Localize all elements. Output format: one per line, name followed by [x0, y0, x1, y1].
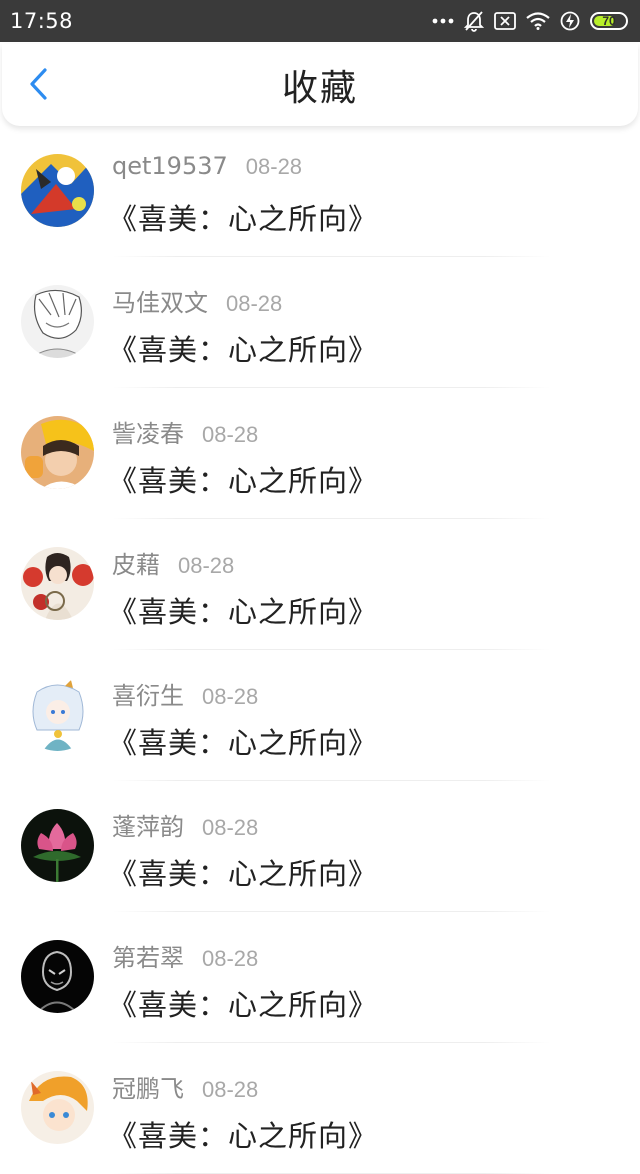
- user-name[interactable]: qet19537: [112, 152, 228, 180]
- item-title[interactable]: 《喜美：心之所向》: [108, 589, 378, 631]
- user-name[interactable]: 第若翠: [112, 938, 184, 973]
- item-title[interactable]: 《喜美：心之所向》: [108, 327, 378, 369]
- app-header: 收藏: [2, 44, 638, 126]
- item-date: 08-28: [202, 946, 259, 971]
- item-date: 08-28: [245, 154, 303, 179]
- list-item[interactable]: 冠鹏飞 08-28 《喜美：心之所向》: [0, 1043, 640, 1174]
- list-item[interactable]: qet19537 08-28 《喜美：心之所向》: [0, 126, 640, 257]
- charging-icon: [560, 11, 580, 31]
- item-meta: 喜衍生 08-28: [112, 676, 258, 711]
- avatar[interactable]: [21, 547, 94, 620]
- avatar[interactable]: [21, 154, 94, 227]
- status-icons: 70: [432, 10, 628, 32]
- avatar[interactable]: [21, 285, 94, 358]
- item-title[interactable]: 《喜美：心之所向》: [108, 720, 378, 762]
- favorites-list: qet19537 08-28 《喜美：心之所向》 马佳双文 08-28 《喜美：…: [0, 126, 640, 1174]
- item-meta: 冠鹏飞 08-28: [112, 1069, 258, 1104]
- item-date: 08-28: [202, 684, 259, 709]
- item-date: 08-28: [202, 815, 259, 840]
- item-title[interactable]: 《喜美：心之所向》: [108, 851, 378, 893]
- item-title[interactable]: 《喜美：心之所向》: [108, 1113, 378, 1155]
- item-meta: qet19537 08-28: [112, 152, 302, 180]
- user-name[interactable]: 马佳双文: [112, 283, 208, 318]
- list-item[interactable]: 马佳双文 08-28 《喜美：心之所向》: [0, 257, 640, 388]
- user-name[interactable]: 皮藉: [112, 545, 160, 580]
- list-item[interactable]: 蓬萍韵 08-28 《喜美：心之所向》: [0, 781, 640, 912]
- avatar[interactable]: [21, 416, 94, 489]
- item-meta: 皮藉 08-28: [112, 545, 234, 580]
- sim-error-icon: [494, 12, 516, 30]
- chevron-left-icon: [27, 67, 49, 105]
- page-title: 收藏: [281, 68, 358, 109]
- item-date: 08-28: [202, 422, 259, 447]
- avatar[interactable]: [21, 678, 94, 751]
- back-button[interactable]: [18, 66, 58, 106]
- item-meta: 訾凌春 08-28: [112, 414, 258, 449]
- more-dots-icon: [432, 17, 454, 25]
- battery-text: 70: [602, 14, 616, 28]
- list-item[interactable]: 第若翠 08-28 《喜美：心之所向》: [0, 912, 640, 1043]
- item-meta: 蓬萍韵 08-28: [112, 807, 258, 842]
- user-name[interactable]: 冠鹏飞: [112, 1069, 184, 1104]
- avatar[interactable]: [21, 809, 94, 882]
- item-title[interactable]: 《喜美：心之所向》: [108, 458, 378, 500]
- item-date: 08-28: [202, 1077, 259, 1102]
- status-bar: 17:58 70: [0, 0, 640, 42]
- mute-bell-icon: [464, 10, 484, 32]
- item-meta: 马佳双文 08-28: [112, 283, 282, 318]
- status-time: 17:58: [10, 9, 74, 33]
- list-item[interactable]: 皮藉 08-28 《喜美：心之所向》: [0, 519, 640, 650]
- user-name[interactable]: 蓬萍韵: [112, 807, 184, 842]
- battery-icon: 70: [590, 12, 628, 30]
- item-title[interactable]: 《喜美：心之所向》: [108, 982, 378, 1024]
- list-item[interactable]: 喜衍生 08-28 《喜美：心之所向》: [0, 650, 640, 781]
- user-name[interactable]: 訾凌春: [112, 414, 184, 449]
- avatar[interactable]: [21, 940, 94, 1013]
- item-title[interactable]: 《喜美：心之所向》: [108, 196, 378, 238]
- user-name[interactable]: 喜衍生: [112, 676, 184, 711]
- avatar[interactable]: [21, 1071, 94, 1144]
- list-item[interactable]: 訾凌春 08-28 《喜美：心之所向》: [0, 388, 640, 519]
- wifi-icon: [526, 12, 550, 30]
- item-meta: 第若翠 08-28: [112, 938, 258, 973]
- item-date: 08-28: [178, 553, 235, 578]
- item-date: 08-28: [226, 291, 283, 316]
